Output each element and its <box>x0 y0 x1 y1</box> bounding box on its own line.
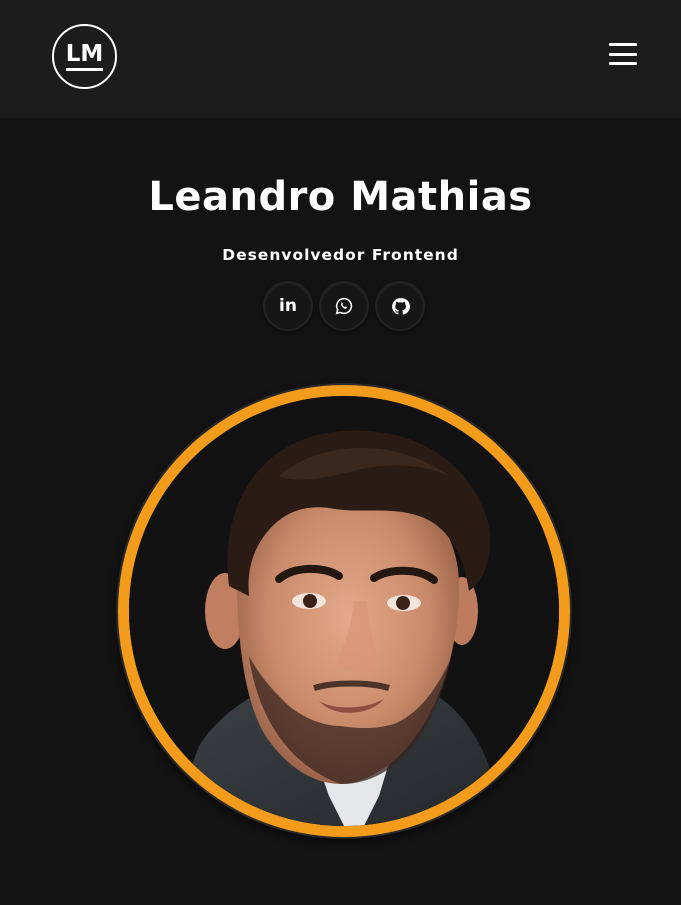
logo-text: LM <box>65 42 104 71</box>
logo[interactable]: LM <box>52 24 117 89</box>
hamburger-menu-icon-bar <box>609 62 637 65</box>
hamburger-menu-icon-bar <box>609 43 637 46</box>
site-header: LM <box>0 0 681 118</box>
whatsapp-icon <box>335 297 353 315</box>
linkedin-button[interactable]: in <box>265 283 311 329</box>
hamburger-menu-button[interactable] <box>606 41 640 67</box>
linkedin-icon: in <box>279 295 297 316</box>
whatsapp-button[interactable] <box>321 283 367 329</box>
github-button[interactable] <box>377 283 423 329</box>
profile-photo-frame <box>118 385 570 837</box>
hero-name: Leandro Mathias <box>148 174 533 220</box>
github-icon <box>391 297 410 315</box>
hamburger-menu-icon-bar <box>609 52 637 56</box>
hero-role: Desenvolvedor Frontend <box>222 246 459 264</box>
profile-photo <box>129 396 559 826</box>
